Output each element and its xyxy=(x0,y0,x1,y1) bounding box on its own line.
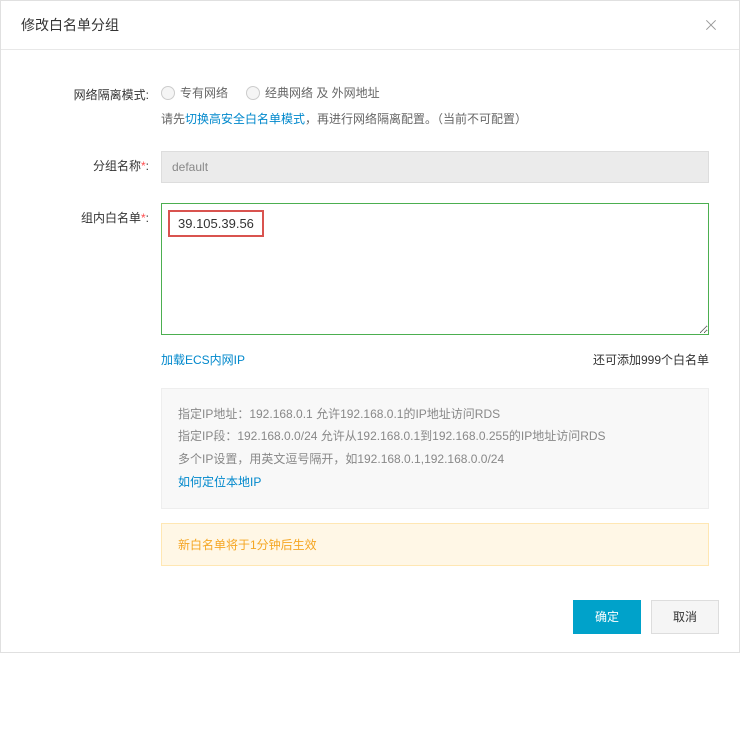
row-group-name: 分组名称*: xyxy=(31,151,709,183)
modal-title: 修改白名单分组 xyxy=(21,15,119,35)
network-mode-hint: 请先切换高安全白名单模式，再进行网络隔离配置。（当前不可配置） xyxy=(161,109,709,131)
label-whitelist: 组内白名单*: xyxy=(31,203,161,566)
load-ecs-ip-link[interactable]: 加载ECS内网IP xyxy=(161,351,245,368)
close-icon[interactable] xyxy=(703,17,719,33)
radio-icon xyxy=(246,86,260,100)
locate-local-ip-link[interactable]: 如何定位本地IP xyxy=(178,475,261,489)
ip-help-box: 指定IP地址：192.168.0.1 允许192.168.0.1的IP地址访问R… xyxy=(161,388,709,509)
modal-dialog: 修改白名单分组 网络隔离模式: 专有网络 经典网络 及 外网地址 xyxy=(0,0,740,653)
whitelist-textarea[interactable] xyxy=(162,204,708,334)
help-line-3: 多个IP设置，用英文逗号隔开，如192.168.0.1,192.168.0.0/… xyxy=(178,448,692,471)
modal-header: 修改白名单分组 xyxy=(1,1,739,50)
radio-classic-label: 经典网络 及 外网地址 xyxy=(265,84,380,101)
cancel-button[interactable]: 取消 xyxy=(651,600,719,634)
switch-mode-link[interactable]: 切换高安全白名单模式 xyxy=(185,112,305,126)
modal-footer: 确定 取消 xyxy=(1,586,739,652)
radio-classic[interactable]: 经典网络 及 外网地址 xyxy=(246,84,380,101)
confirm-button[interactable]: 确定 xyxy=(573,600,641,634)
radio-vpc[interactable]: 专有网络 xyxy=(161,84,228,101)
row-whitelist: 组内白名单*: 39.105.39.56 加载ECS内网IP 还可添加999个白… xyxy=(31,203,709,566)
label-network-mode: 网络隔离模式: xyxy=(31,80,161,131)
group-name-input xyxy=(161,151,709,183)
warning-text: 新白名单将于1分钟后生效 xyxy=(178,538,317,552)
help-line-2: 指定IP段：192.168.0.0/24 允许从192.168.0.1到192.… xyxy=(178,425,692,448)
radio-vpc-label: 专有网络 xyxy=(180,84,228,101)
label-group-name: 分组名称*: xyxy=(31,151,161,183)
whitelist-textarea-wrap: 39.105.39.56 xyxy=(161,203,709,335)
modal-body: 网络隔离模式: 专有网络 经典网络 及 外网地址 请先切换高安全白名单模式，再进… xyxy=(1,50,739,586)
remaining-count: 还可添加999个白名单 xyxy=(593,351,709,368)
row-network-mode: 网络隔离模式: 专有网络 经典网络 及 外网地址 请先切换高安全白名单模式，再进… xyxy=(31,80,709,131)
help-line-1: 指定IP地址：192.168.0.1 允许192.168.0.1的IP地址访问R… xyxy=(178,403,692,426)
radio-icon xyxy=(161,86,175,100)
warning-box: 新白名单将于1分钟后生效 xyxy=(161,523,709,566)
